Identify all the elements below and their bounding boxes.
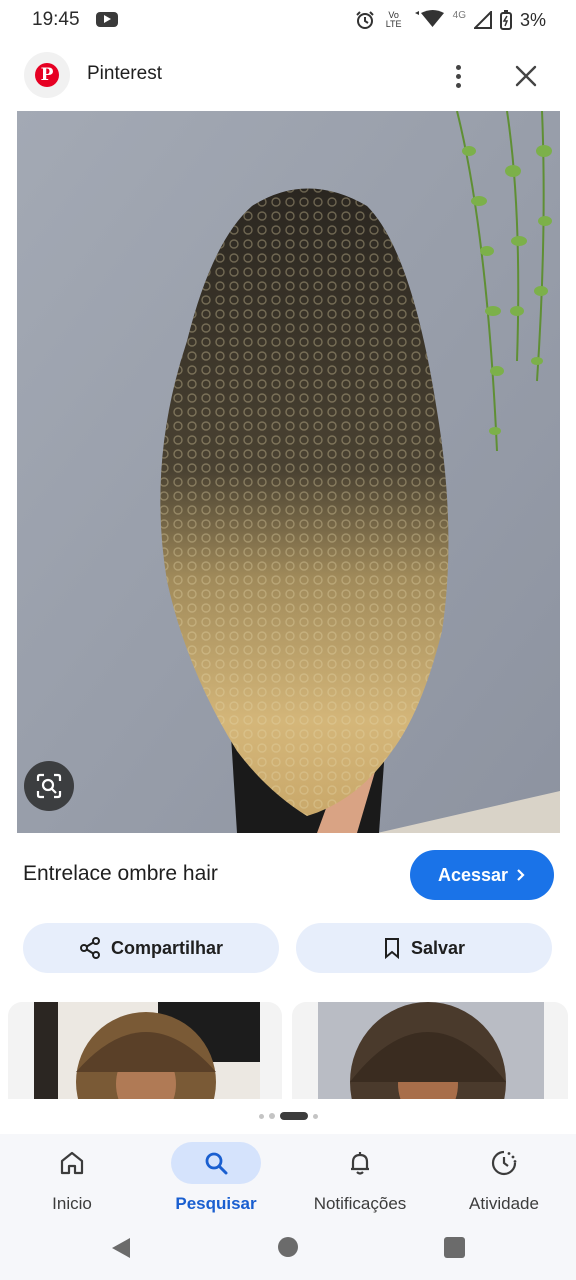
signal-icon: [473, 11, 492, 29]
network-type: 4G: [452, 9, 466, 21]
visual-search-lens-button[interactable]: [24, 761, 74, 811]
related-pin-image: [318, 1002, 544, 1099]
curly-hair-photo: [17, 111, 560, 833]
pinterest-logo: P: [24, 52, 70, 98]
nav-label: Pesquisar: [175, 1194, 257, 1213]
app-header: P Pinterest: [0, 44, 576, 106]
nav-icon-wrap: [40, 1142, 104, 1184]
more-options-button[interactable]: [440, 58, 476, 94]
pin-title: Entrelace ombre hair: [23, 862, 218, 885]
visit-button[interactable]: Acessar: [410, 850, 554, 900]
home-icon: [60, 1151, 84, 1175]
related-pin-image: [34, 1002, 260, 1099]
bottom-navigation: Inicio Pesquisar Notificações Atividade: [0, 1134, 576, 1224]
youtube-notification-icon: [96, 12, 118, 27]
status-icons: Vo LTE 4G 3%: [355, 6, 546, 34]
bell-icon: [351, 1152, 369, 1175]
related-pin-card[interactable]: [292, 1002, 568, 1099]
bookmark-icon: [384, 938, 399, 959]
chevron-right-icon: [517, 869, 525, 881]
pager-dot: [258, 1113, 264, 1119]
related-pin-card[interactable]: [8, 1002, 282, 1099]
battery-icon: [499, 10, 512, 30]
nav-label: Notificações: [313, 1194, 407, 1213]
search-icon: [205, 1152, 228, 1175]
share-button[interactable]: Compartilhar: [23, 923, 279, 973]
recent-apps-icon[interactable]: [444, 1237, 465, 1258]
nav-item-atividade[interactable]: Atividade: [432, 1134, 576, 1224]
pager-dot-active: [279, 1112, 308, 1120]
share-icon: [79, 937, 100, 959]
wifi-icon: [414, 10, 444, 27]
save-button[interactable]: Salvar: [296, 923, 552, 973]
pager-dot: [268, 1113, 275, 1119]
nav-label: Atividade: [469, 1194, 539, 1213]
nav-label: Inicio: [52, 1194, 92, 1213]
status-bar: 19:45 Vo LTE 4G 3%: [0, 0, 576, 40]
nav-icon-wrap: [171, 1142, 261, 1184]
activity-icon: [491, 1150, 517, 1176]
share-label: Compartilhar: [110, 937, 224, 958]
more-dot-icon: [455, 73, 461, 79]
pager-dot: [312, 1113, 318, 1119]
back-icon[interactable]: [110, 1236, 132, 1260]
status-time: 19:45: [32, 9, 80, 30]
nav-item-notificacoes[interactable]: Notificações: [288, 1134, 432, 1224]
nav-icon-wrap: [472, 1142, 536, 1184]
volte-icon: Vo LTE: [385, 10, 402, 29]
system-navigation-bar: [0, 1224, 576, 1280]
lens-icon: [36, 773, 62, 799]
visit-label: Acessar: [437, 864, 509, 885]
home-button-icon[interactable]: [278, 1237, 298, 1257]
close-icon[interactable]: [508, 58, 544, 94]
save-label: Salvar: [410, 937, 466, 958]
pinterest-logo-icon: P: [35, 63, 59, 87]
more-dot-icon: [455, 82, 461, 88]
more-dot-icon: [455, 64, 461, 70]
alarm-icon: [355, 11, 374, 29]
nav-icon-wrap: [328, 1142, 392, 1184]
carousel-pager: [0, 1110, 576, 1122]
nav-item-pesquisar[interactable]: Pesquisar: [144, 1134, 288, 1224]
battery-percent: 3%: [519, 9, 546, 30]
pin-image[interactable]: [17, 111, 560, 833]
related-pins: [0, 1002, 576, 1099]
nav-item-inicio[interactable]: Inicio: [0, 1134, 144, 1224]
page-title: Pinterest: [87, 63, 162, 84]
